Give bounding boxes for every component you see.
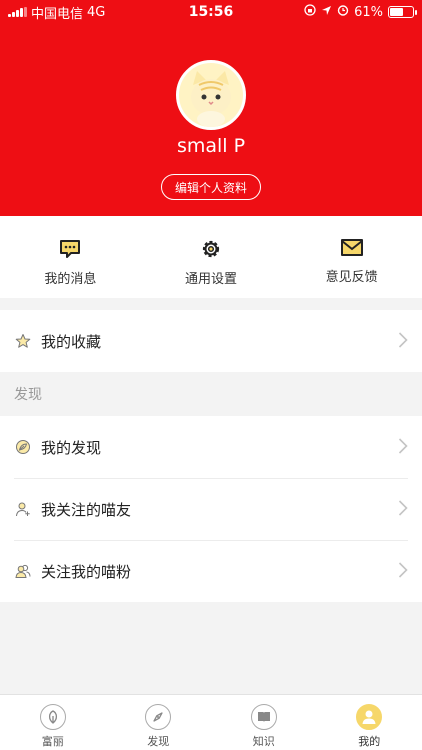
status-left: 中国电信 4G <box>8 3 158 22</box>
row-label: 我关注的喵友 <box>41 500 132 519</box>
envelope-icon <box>340 239 363 256</box>
section-title-discover: 发现 <box>14 387 42 403</box>
user-add-icon <box>14 500 32 518</box>
users-icon <box>14 562 32 580</box>
alarm-icon <box>337 4 349 20</box>
row-label: 关注我的喵粉 <box>41 562 132 581</box>
action-label: 我的消息 <box>44 272 97 287</box>
cat-avatar-icon <box>179 63 243 127</box>
message-icon <box>60 240 81 258</box>
favorites-list: 我的收藏 <box>0 310 422 372</box>
star-icon <box>14 332 32 350</box>
carrier-label: 中国电信 <box>31 6 84 22</box>
chevron-right-icon <box>398 331 408 353</box>
row-label: 我的收藏 <box>41 332 102 351</box>
tab-bar: 富丽 发现 知识 我的 <box>0 694 422 750</box>
chevron-right-icon <box>398 437 408 459</box>
battery-percent: 61% <box>354 4 383 20</box>
action-messages[interactable]: 我的消息 <box>0 216 141 298</box>
discover-list: 我的发现 我关注的喵友 关注我的喵粉 <box>0 416 422 602</box>
orientation-lock-icon <box>304 4 316 20</box>
leaf-icon <box>14 438 32 456</box>
action-label: 意见反馈 <box>325 270 378 285</box>
action-settings[interactable]: 通用设置 <box>141 216 282 298</box>
avatar[interactable] <box>176 60 246 130</box>
tab-label: 知识 <box>252 735 275 748</box>
row-favorites[interactable]: 我的收藏 <box>0 310 422 372</box>
row-followers[interactable]: 关注我的喵粉 <box>0 540 422 602</box>
status-bar: 中国电信 4G 15:56 61% <box>0 0 422 24</box>
row-following[interactable]: 我关注的喵友 <box>0 478 422 540</box>
quick-actions: 我的消息 通用设置 意见反馈 <box>0 216 422 298</box>
action-feedback[interactable]: 意见反馈 <box>281 216 422 298</box>
home-icon <box>39 704 66 730</box>
tab-home[interactable]: 富丽 <box>0 695 106 750</box>
edit-profile-button[interactable]: 编辑个人资料 <box>161 174 261 200</box>
battery-icon <box>388 6 417 18</box>
battery-fill <box>390 8 404 16</box>
user-icon <box>356 704 383 730</box>
tab-label: 富丽 <box>41 735 64 748</box>
action-label: 通用设置 <box>185 272 238 287</box>
row-my-discover[interactable]: 我的发现 <box>0 416 422 478</box>
row-label: 我的发现 <box>41 438 102 457</box>
username: small P <box>176 135 246 157</box>
chevron-right-icon <box>398 499 408 521</box>
profile-header: 中国电信 4G 15:56 61% small P 编辑个人资料 <box>0 0 422 216</box>
status-right: 61% <box>304 4 417 20</box>
tab-label: 发现 <box>147 735 170 748</box>
tab-label: 我的 <box>358 735 381 748</box>
tab-mine[interactable]: 我的 <box>317 695 422 750</box>
location-icon <box>321 5 332 20</box>
gear-icon <box>202 240 220 258</box>
tab-knowledge[interactable]: 知识 <box>211 695 317 750</box>
network-label: 4G <box>87 4 106 20</box>
chevron-right-icon <box>398 561 408 583</box>
tab-discover[interactable]: 发现 <box>106 695 212 750</box>
signal-icon <box>8 7 27 17</box>
book-icon <box>250 704 277 730</box>
compass-icon <box>145 704 172 730</box>
